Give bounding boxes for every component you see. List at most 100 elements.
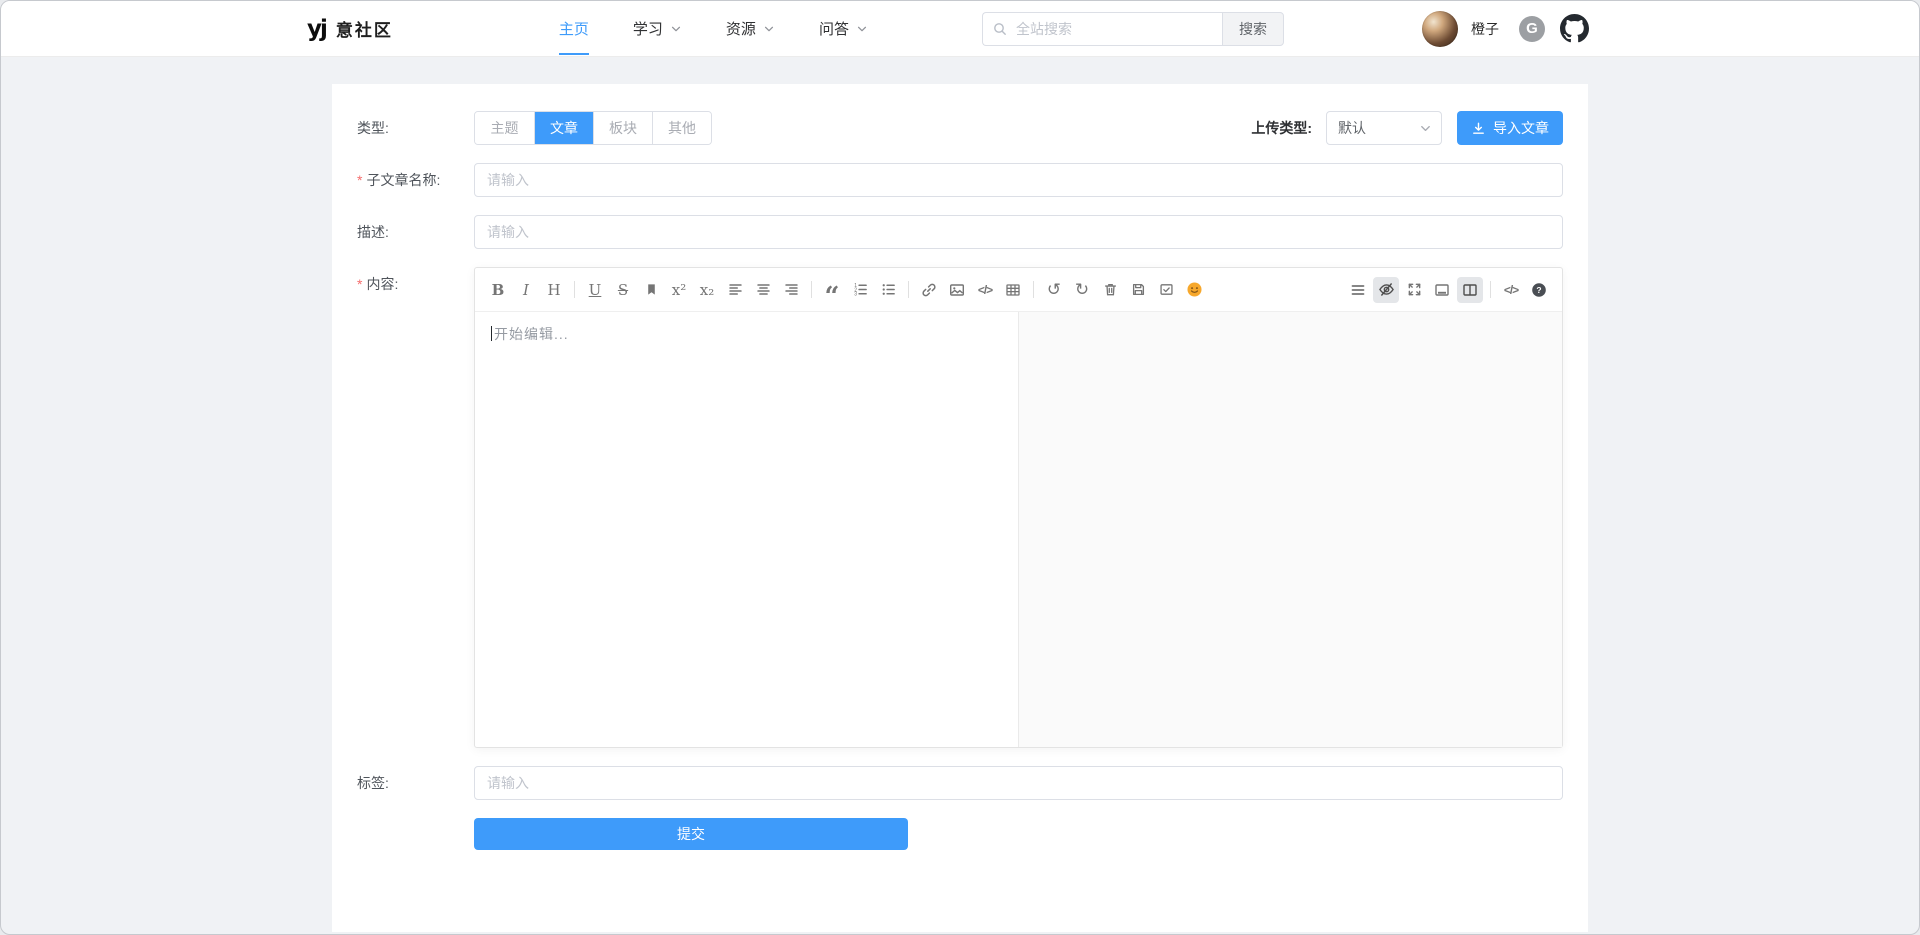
heading-icon[interactable]: H bbox=[541, 277, 567, 303]
sub-article-name-row: *子文章名称: bbox=[357, 163, 1563, 197]
tag-label: 标签: bbox=[357, 766, 474, 800]
top-navbar: yj 意社区 主页学习资源问答 搜索 橙子 G bbox=[1, 1, 1919, 57]
search-button[interactable]: 搜索 bbox=[1222, 12, 1284, 46]
italic-icon[interactable]: I bbox=[513, 277, 539, 303]
markdown-editor: BIHUSx²x₂ “123 </> ↺↻ </>? 开始编辑... bbox=[474, 267, 1563, 748]
ordered-list-icon[interactable]: 123 bbox=[847, 277, 873, 303]
chevron-down-icon bbox=[670, 23, 682, 35]
brand[interactable]: yj 意社区 bbox=[307, 16, 393, 42]
upload-type-select[interactable]: 默认 bbox=[1326, 111, 1442, 145]
global-search: 搜索 bbox=[982, 12, 1284, 46]
nav-item-learn[interactable]: 学习 bbox=[633, 1, 682, 57]
upload-type-label: 上传类型: bbox=[1251, 118, 1312, 138]
trash-icon[interactable] bbox=[1097, 277, 1123, 303]
github-icon[interactable] bbox=[1560, 14, 1589, 43]
align-right-icon[interactable] bbox=[778, 277, 804, 303]
import-icon bbox=[1471, 121, 1486, 136]
chevron-down-icon bbox=[763, 23, 775, 35]
publish-form-card: 类型: 主题文章板块其他 上传类型: 默认 导入文章 *子文章名称: bbox=[332, 84, 1588, 932]
help-icon[interactable]: ? bbox=[1526, 277, 1552, 303]
type-option-topic[interactable]: 主题 bbox=[475, 112, 534, 144]
editor-edit-pane[interactable]: 开始编辑... bbox=[475, 312, 1019, 747]
code-icon[interactable]: </> bbox=[972, 277, 998, 303]
preview-toggle-icon[interactable] bbox=[1373, 277, 1399, 303]
app-window: yj 意社区 主页学习资源问答 搜索 橙子 G 类型: 主题文章板块其他 bbox=[0, 0, 1920, 935]
align-center-icon[interactable] bbox=[750, 277, 776, 303]
sub-article-name-label: *子文章名称: bbox=[357, 163, 474, 197]
content-row: *内容: BIHUSx²x₂ “123 </> ↺↻ </>? 开始编辑... bbox=[357, 267, 1563, 748]
import-article-button[interactable]: 导入文章 bbox=[1457, 111, 1563, 145]
user-area: 橙子 G bbox=[1422, 11, 1589, 47]
import-article-label: 导入文章 bbox=[1493, 118, 1549, 138]
gitee-icon[interactable]: G bbox=[1519, 16, 1545, 42]
bold-icon[interactable]: B bbox=[485, 277, 511, 303]
editor-placeholder: 开始编辑... bbox=[494, 326, 569, 342]
description-input[interactable] bbox=[474, 215, 1563, 249]
toolbar-divider bbox=[811, 281, 812, 298]
content-label: *内容: bbox=[357, 267, 474, 748]
toolbar-divider bbox=[574, 281, 575, 298]
navigation-icon[interactable] bbox=[1345, 277, 1371, 303]
required-mark: * bbox=[357, 276, 362, 292]
align-left-icon[interactable] bbox=[722, 277, 748, 303]
superscript-icon[interactable]: x² bbox=[666, 277, 692, 303]
brand-logo-icon: yj bbox=[307, 16, 326, 42]
toolbar-divider bbox=[1490, 281, 1491, 298]
site-title: 意社区 bbox=[336, 16, 393, 41]
username[interactable]: 橙子 bbox=[1471, 19, 1499, 39]
tag-row: 标签: bbox=[357, 766, 1563, 800]
description-row: 描述: bbox=[357, 215, 1563, 249]
sub-article-name-input[interactable] bbox=[474, 163, 1563, 197]
nav-item-resources[interactable]: 资源 bbox=[726, 1, 775, 57]
tag-input[interactable] bbox=[474, 766, 1563, 800]
link-icon[interactable] bbox=[916, 277, 942, 303]
toolbar-left-group: BIHUSx²x₂ “123 </> ↺↻ bbox=[485, 277, 1207, 303]
subscript-icon[interactable]: x₂ bbox=[694, 277, 720, 303]
strikethrough-icon[interactable]: S bbox=[610, 277, 636, 303]
nav-item-qa[interactable]: 问答 bbox=[819, 1, 868, 57]
search-input[interactable] bbox=[982, 12, 1222, 46]
upload-side: 上传类型: 默认 导入文章 bbox=[1251, 111, 1563, 145]
editor-body: 开始编辑... bbox=[475, 312, 1562, 747]
fullscreen-icon[interactable] bbox=[1401, 277, 1427, 303]
html-code-icon[interactable]: </> bbox=[1498, 277, 1524, 303]
user-avatar[interactable] bbox=[1422, 11, 1458, 47]
type-option-article[interactable]: 文章 bbox=[534, 112, 593, 144]
quote-icon[interactable]: “ bbox=[819, 277, 845, 303]
type-option-board[interactable]: 板块 bbox=[593, 112, 652, 144]
mark-icon[interactable] bbox=[638, 277, 664, 303]
split-view-icon[interactable] bbox=[1457, 277, 1483, 303]
chevron-down-icon bbox=[1419, 122, 1432, 135]
emoji-icon[interactable] bbox=[1181, 277, 1207, 303]
unordered-list-icon[interactable] bbox=[875, 277, 901, 303]
type-row: 类型: 主题文章板块其他 上传类型: 默认 导入文章 bbox=[357, 111, 1563, 145]
svg-text:3: 3 bbox=[854, 292, 857, 298]
chevron-down-icon bbox=[856, 23, 868, 35]
text-caret bbox=[491, 326, 492, 341]
read-mode-icon[interactable] bbox=[1429, 277, 1455, 303]
type-label: 类型: bbox=[357, 111, 474, 145]
editor-toolbar: BIHUSx²x₂ “123 </> ↺↻ </>? bbox=[475, 268, 1562, 312]
type-button-group: 主题文章板块其他 bbox=[474, 111, 712, 145]
table-icon[interactable] bbox=[1000, 277, 1026, 303]
main-nav: 主页学习资源问答 bbox=[559, 1, 868, 57]
editor-preview-pane bbox=[1019, 312, 1563, 747]
task-list-icon[interactable] bbox=[1153, 277, 1179, 303]
required-mark: * bbox=[357, 172, 362, 188]
type-option-other[interactable]: 其他 bbox=[652, 112, 711, 144]
search-icon bbox=[992, 21, 1008, 37]
upload-type-value: 默认 bbox=[1338, 118, 1366, 138]
underline-icon[interactable]: U bbox=[582, 277, 608, 303]
svg-text:?: ? bbox=[1536, 285, 1541, 295]
toolbar-right-group: </>? bbox=[1345, 277, 1552, 303]
submit-row: 提交 bbox=[357, 818, 1563, 850]
description-label: 描述: bbox=[357, 215, 474, 249]
image-icon[interactable] bbox=[944, 277, 970, 303]
save-icon[interactable] bbox=[1125, 277, 1151, 303]
redo-icon[interactable]: ↻ bbox=[1069, 277, 1095, 303]
toolbar-divider bbox=[1033, 281, 1034, 298]
toolbar-divider bbox=[908, 281, 909, 298]
nav-item-home[interactable]: 主页 bbox=[559, 1, 589, 57]
undo-icon[interactable]: ↺ bbox=[1041, 277, 1067, 303]
submit-button[interactable]: 提交 bbox=[474, 818, 908, 850]
